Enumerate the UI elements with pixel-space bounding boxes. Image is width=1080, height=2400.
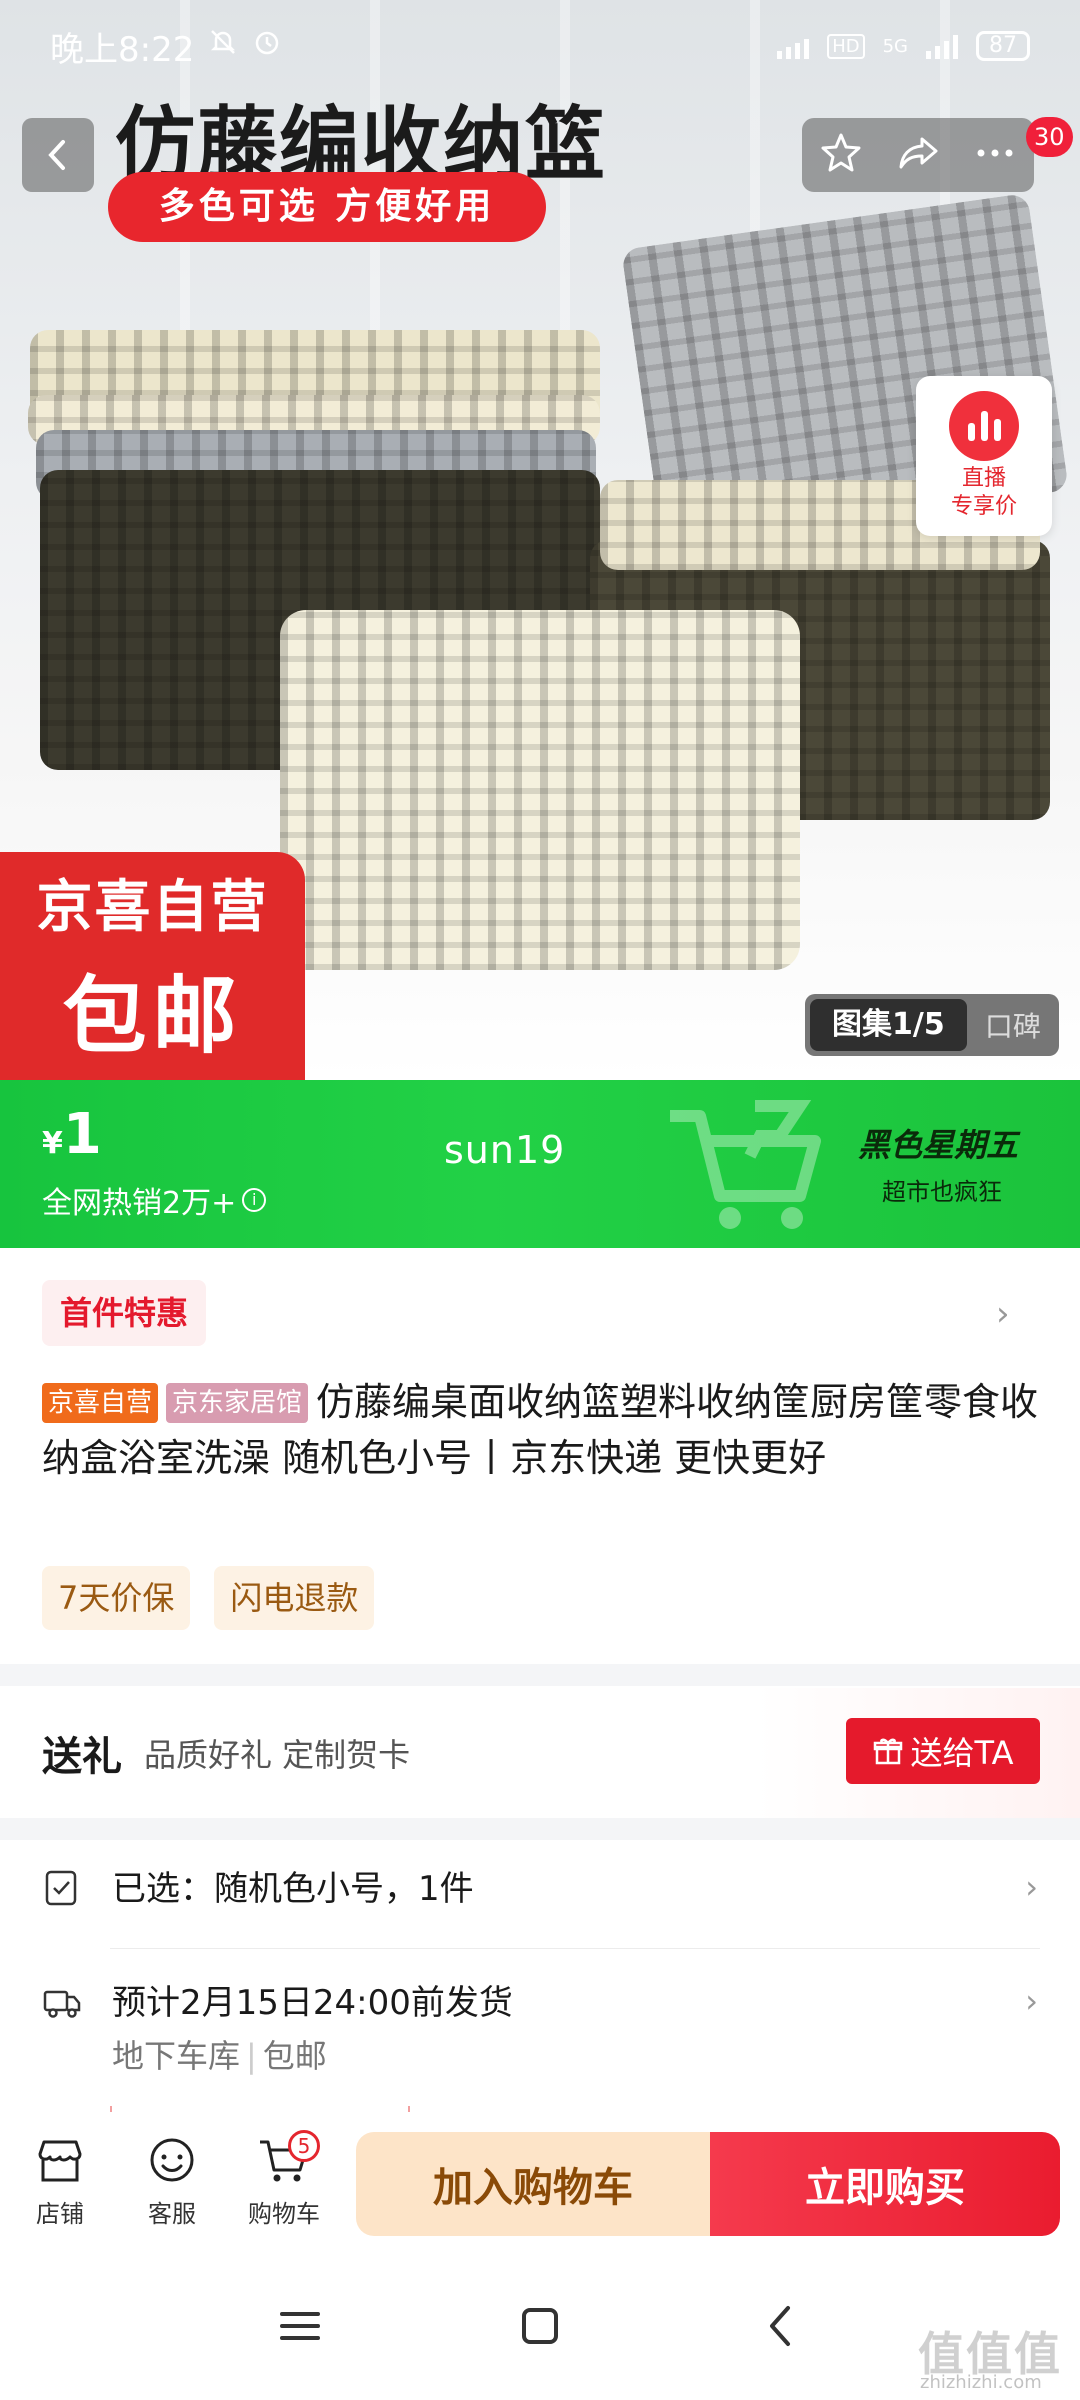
tab-reviews[interactable]: 口碑 bbox=[967, 1005, 1059, 1045]
product-image-carousel[interactable]: 晚上8:22 HD 5G 87 仿藤编收纳篮 多色可选 方便好用 30 直播 专… bbox=[0, 0, 1080, 1080]
header-actions bbox=[802, 118, 1034, 192]
delivery-address: 地下车库 bbox=[112, 2037, 241, 2075]
sales-text: 全网热销2万+ bbox=[42, 1186, 237, 1221]
network-type: 5G bbox=[882, 35, 908, 57]
status-bar: 晚上8:22 HD 5G 87 bbox=[0, 0, 1080, 92]
more-button[interactable] bbox=[973, 131, 1017, 179]
wifi-signal-icon bbox=[777, 33, 810, 59]
back-button[interactable] bbox=[22, 118, 94, 192]
selected-spec: 已选：随机色小号，1件 bbox=[112, 1869, 474, 1909]
service-tag-price-protect[interactable]: 7天价保 bbox=[42, 1566, 191, 1630]
delivery-truck-icon bbox=[43, 1990, 81, 2018]
gift-row[interactable]: 送礼 品质好礼 定制贺卡 送给TA bbox=[0, 1688, 1080, 1818]
cart-count-badge: 5 bbox=[288, 2129, 320, 2162]
section-divider bbox=[0, 1818, 1080, 1840]
product-detail-page: 晚上8:22 HD 5G 87 仿藤编收纳篮 多色可选 方便好用 30 直播 专… bbox=[0, 0, 1080, 2400]
customer-service-icon bbox=[150, 2138, 194, 2181]
tag-self-operated: 京喜自营 bbox=[42, 1383, 159, 1423]
alarm-icon bbox=[252, 26, 282, 66]
mute-icon bbox=[208, 26, 238, 66]
status-time: 晚上8:22 bbox=[50, 29, 195, 70]
live-price-card[interactable]: 直播 专享价 bbox=[916, 376, 1052, 536]
gallery-switch: 图集1/5 口碑 bbox=[805, 994, 1059, 1056]
promo-banner[interactable]: ¥1 全网热销2万+ i sun19 黑色星期五 超市也疯狂 bbox=[0, 1080, 1080, 1248]
jx-self-operated-stamp: 京喜自营 包邮 bbox=[0, 852, 305, 1080]
shipping-free: 包邮 bbox=[262, 2037, 327, 2075]
cell-signal-icon bbox=[926, 33, 958, 59]
checklist-icon bbox=[45, 1870, 77, 1906]
customer-service-button[interactable]: 客服 bbox=[116, 2136, 228, 2229]
row-separator bbox=[110, 1948, 1040, 1949]
message-count-badge: 30 bbox=[1026, 117, 1073, 157]
back-triangle-icon bbox=[770, 2306, 790, 2346]
chevron-right-icon[interactable]: › bbox=[996, 1294, 1010, 1334]
info-icon[interactable]: i bbox=[242, 1188, 267, 1212]
service-tags: 7天价保 闪电退款 bbox=[42, 1566, 375, 1630]
add-to-cart-button[interactable]: 加入购物车 bbox=[356, 2132, 710, 2236]
store-icon bbox=[38, 2140, 82, 2181]
currency-symbol: ¥ bbox=[42, 1126, 63, 1161]
chevron-right-icon: › bbox=[1025, 1868, 1038, 1906]
favorite-button[interactable] bbox=[819, 131, 863, 179]
share-button[interactable] bbox=[896, 131, 940, 179]
product-title-block: 京喜自营 京东家居馆 仿藤编桌面收纳篮塑料收纳筐厨房筐零食收纳盒浴室洗澡 随机色小号… bbox=[42, 1374, 1042, 1486]
basket-front bbox=[280, 610, 800, 970]
promo-price: ¥1 bbox=[42, 1102, 102, 1167]
chevron-left-icon bbox=[48, 140, 65, 170]
live-label: 直播 bbox=[961, 466, 1006, 491]
event-title: 黑色星期五 bbox=[858, 1126, 1019, 1164]
gift-description: 品质好礼 定制贺卡 bbox=[144, 1736, 411, 1774]
bottom-action-bar: 店铺 客服 5 购物车 加入购物车 立即购买 bbox=[0, 2112, 1080, 2252]
delivery-estimate: 预计2月15日24:00前发货 bbox=[112, 1983, 513, 2023]
sales-count: 全网热销2万+ i bbox=[42, 1178, 267, 1222]
promo-code: sun19 bbox=[444, 1128, 566, 1172]
live-bars-icon bbox=[949, 391, 1019, 461]
cart-button[interactable]: 5 购物车 bbox=[228, 2129, 340, 2229]
service-tag-fast-refund[interactable]: 闪电退款 bbox=[214, 1566, 375, 1630]
tag-home-store: 京东家居馆 bbox=[166, 1383, 309, 1423]
tab-gallery[interactable]: 图集1/5 bbox=[810, 999, 967, 1051]
menu-nav-button[interactable] bbox=[270, 2296, 330, 2356]
watermark-url: zhizhizhi.com bbox=[920, 2372, 1042, 2393]
stamp-line-2: 包邮 bbox=[62, 967, 243, 1065]
event-subtitle: 超市也疯狂 bbox=[882, 1178, 1002, 1206]
shopping-cart-logo-icon bbox=[670, 1100, 821, 1229]
customer-service-label: 客服 bbox=[148, 2199, 196, 2228]
hd-icon: HD bbox=[827, 33, 865, 59]
stamp-line-1: 京喜自营 bbox=[36, 875, 269, 940]
gift-icon bbox=[873, 1738, 902, 1765]
selected-spec-row[interactable]: 已选：随机色小号，1件 › bbox=[0, 1864, 1080, 1914]
chevron-right-icon: › bbox=[1025, 1982, 1038, 2020]
back-nav-button[interactable] bbox=[750, 2296, 810, 2356]
cart-label: 购物车 bbox=[248, 2199, 320, 2228]
home-square-icon bbox=[522, 2308, 558, 2344]
first-purchase-deal[interactable]: 首件特惠 bbox=[42, 1280, 207, 1346]
home-nav-button[interactable] bbox=[510, 2296, 570, 2356]
send-gift-label: 送给TA bbox=[910, 1734, 1014, 1772]
hero-subtitle: 多色可选 方便好用 bbox=[108, 172, 546, 242]
price-value: 1 bbox=[62, 1102, 102, 1167]
store-label: 店铺 bbox=[36, 2199, 84, 2228]
live-price-label: 专享价 bbox=[950, 494, 1017, 519]
delivery-details: 地下车库 | 包邮 bbox=[112, 2037, 327, 2075]
send-gift-button[interactable]: 送给TA bbox=[846, 1718, 1040, 1784]
more-dots-icon bbox=[977, 149, 1013, 157]
buy-now-button[interactable]: 立即购买 bbox=[710, 2132, 1060, 2236]
delivery-row[interactable]: 预计2月15日24:00前发货 地下车库 | 包邮 › bbox=[0, 1978, 1080, 2084]
store-button[interactable]: 店铺 bbox=[4, 2136, 116, 2229]
star-icon bbox=[821, 133, 861, 172]
share-icon bbox=[899, 137, 938, 169]
battery-indicator: 87 bbox=[976, 31, 1030, 61]
section-divider bbox=[0, 1664, 1080, 1686]
gift-title: 送礼 bbox=[42, 1734, 122, 1780]
menu-icon bbox=[280, 2312, 320, 2340]
